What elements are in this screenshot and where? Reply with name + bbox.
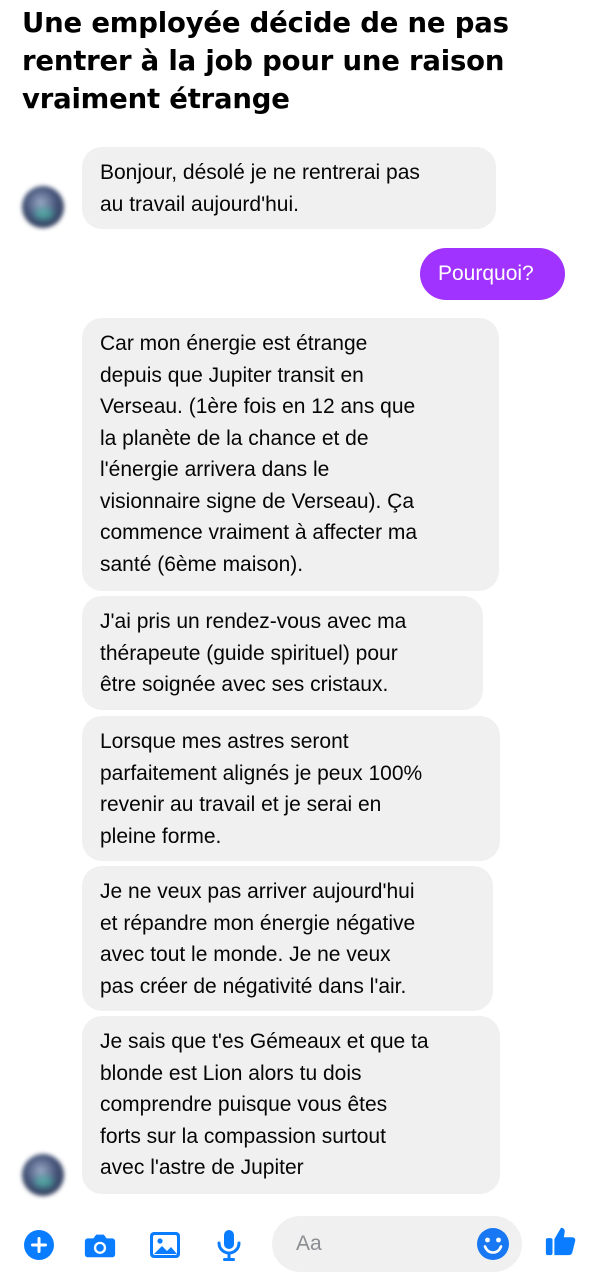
contact-avatar[interactable]	[22, 1154, 64, 1196]
message-bubble-incoming: J'ai pris un rendez-vous avec ma thérape…	[82, 596, 483, 710]
message-bubble-outgoing: Pourquoi?	[420, 248, 565, 300]
message-bubble-incoming: Je ne veux pas arriver aujourd'hui et ré…	[82, 866, 493, 1011]
contact-avatar[interactable]	[22, 186, 64, 228]
headline: Une employée décide de ne pas rentrer à …	[22, 7, 509, 115]
message-input[interactable]: Aa	[272, 1216, 522, 1272]
message-bubble-incoming: Bonjour, désolé je ne rentrerai pas au t…	[82, 147, 496, 229]
message-composer: Aa	[0, 1210, 600, 1273]
emoji-icon[interactable]	[476, 1227, 510, 1261]
plus-icon[interactable]	[22, 1228, 56, 1262]
camera-icon[interactable]	[83, 1228, 117, 1262]
microphone-icon[interactable]	[212, 1228, 246, 1262]
image-icon[interactable]	[148, 1228, 182, 1262]
message-bubble-incoming: Lorsque mes astres seront parfaitement a…	[82, 716, 500, 861]
message-input-placeholder: Aa	[296, 1232, 322, 1255]
message-bubble-incoming: Car mon énergie est étrange depuis que J…	[82, 318, 499, 591]
thumbs-up-icon[interactable]	[544, 1224, 578, 1258]
message-bubble-incoming: Je sais que t'es Gémeaux et que ta blond…	[82, 1016, 500, 1194]
